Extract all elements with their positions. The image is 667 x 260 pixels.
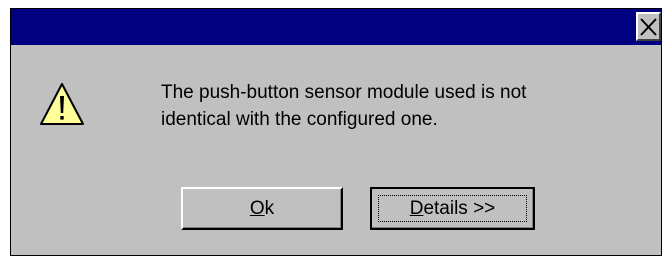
close-button[interactable]: [636, 12, 661, 41]
focus-rectangle: Details >>: [378, 195, 527, 222]
details-button-label: Details >>: [409, 197, 496, 219]
details-button[interactable]: Details >>: [370, 187, 535, 230]
dialog-message: The push-button sensor module used is no…: [161, 82, 527, 130]
warning-dialog: The push-button sensor module used is no…: [10, 8, 662, 256]
ok-button-label: Ok: [249, 197, 275, 219]
close-icon: [640, 18, 657, 36]
ok-button[interactable]: Ok: [181, 187, 343, 230]
title-bar[interactable]: [11, 9, 661, 45]
warning-icon: [40, 83, 84, 125]
